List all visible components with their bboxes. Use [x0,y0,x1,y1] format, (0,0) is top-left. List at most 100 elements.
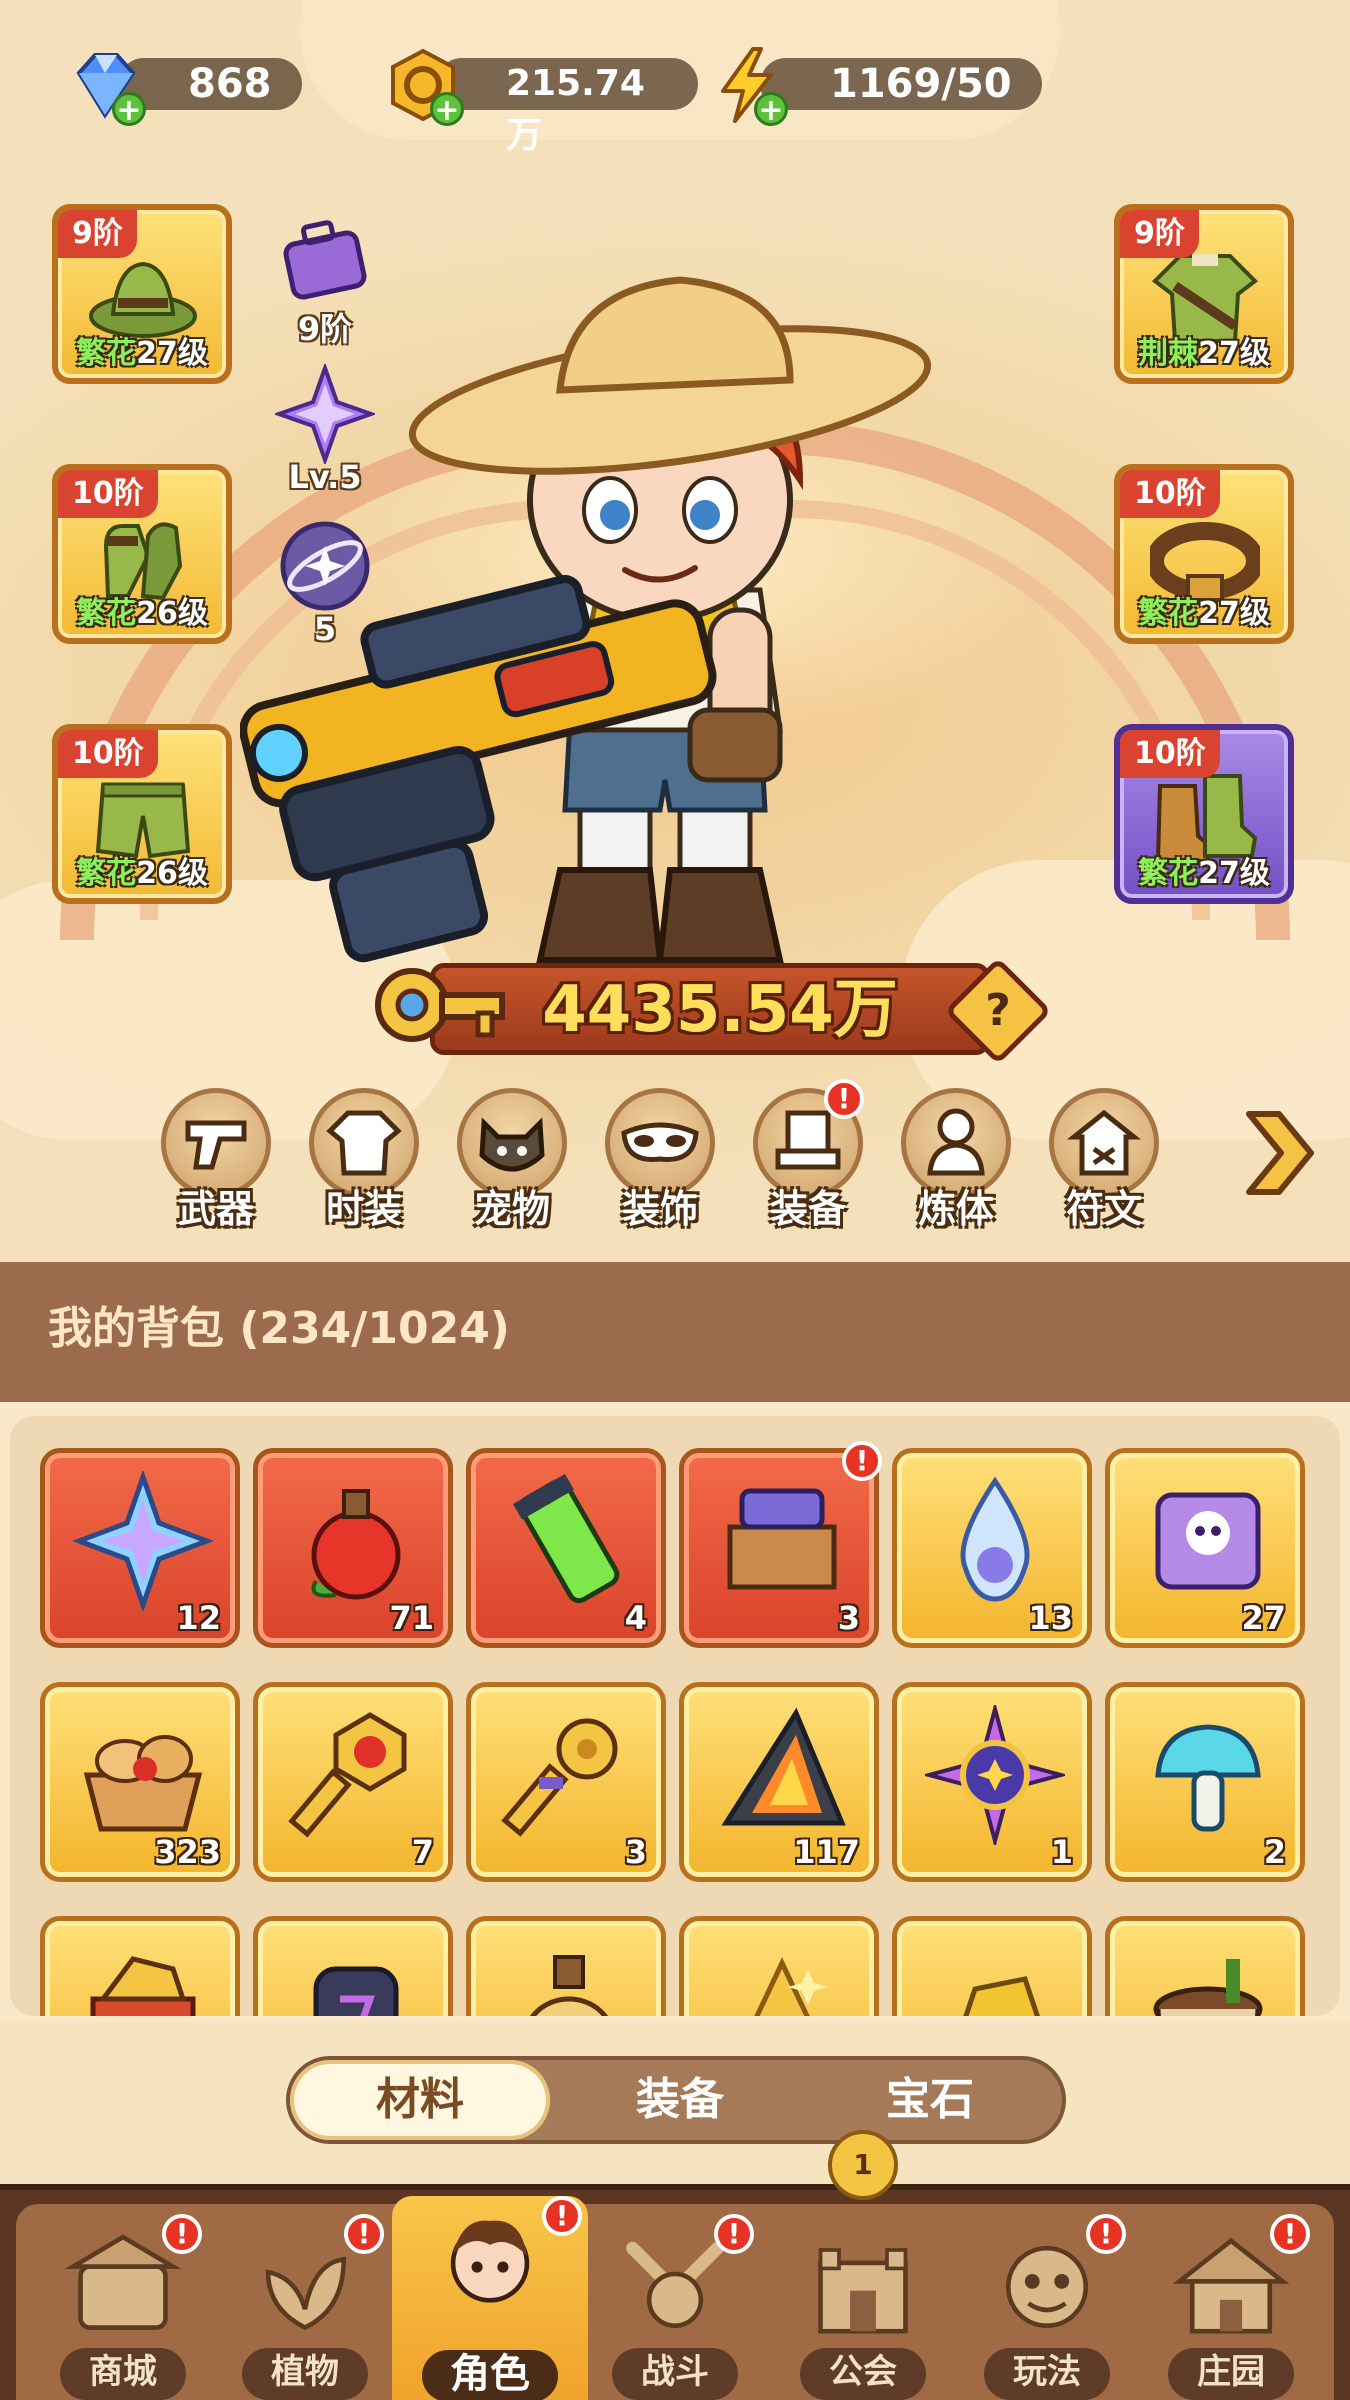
belt-icon [1146,506,1264,606]
potion-bottle-icon [499,1939,639,2016]
bag-item[interactable]: 3! [679,1441,882,1648]
notification-badge: ! [842,1441,882,1481]
equip-slot-pants[interactable]: 10阶 繁花26级 [52,724,232,904]
notification-badge: ! [344,2214,384,2254]
item-count: 12 [176,1599,221,1637]
category-body-training[interactable]: 炼体 [896,1088,1016,1233]
equip-slot-hat[interactable]: 9阶 繁花27级 [52,204,232,384]
treasure-icon [73,1939,213,2016]
nav-shop[interactable]: 商城! [38,2214,208,2400]
hero-scene: + 868 + 215.74万 + 1169/50 9阶 繁花27级 10阶 繁… [0,0,1350,1262]
notification-badge: 1 [828,2130,898,2200]
nav-gameplay[interactable]: 玩法! [962,2214,1132,2400]
bag-item[interactable]: 27 [1105,1448,1305,1648]
add-energy-button[interactable]: + [754,92,788,127]
guild-icon [793,2226,933,2346]
help-icon: ? [985,985,1011,1036]
bag-item[interactable] [892,1916,1092,2016]
next-category-arrow[interactable] [1235,1108,1315,1198]
nav-plant[interactable]: 植物! [220,2214,390,2400]
diamond-currency[interactable]: + 868 [60,40,360,130]
bag-header: 我的背包 (234/1024) [0,1262,1350,1402]
tier-label: 10阶 [1120,470,1220,518]
bag-item[interactable]: 3 [466,1682,666,1882]
level-text: 27级 [1198,596,1270,631]
add-diamond-button[interactable]: + [112,92,146,127]
bag-item[interactable]: 13 [892,1448,1092,1648]
tab-materials[interactable]: 材料 [290,2060,550,2140]
notification-badge: ! [1270,2214,1310,2254]
tier-label: 9阶 [58,210,137,258]
bag-item[interactable]: 7 [253,1682,453,1882]
tier-label: 10阶 [1120,730,1220,778]
add-gold-button[interactable]: + [430,92,464,127]
bag-item[interactable] [40,1916,240,2016]
category-pet[interactable]: 宠物 [452,1088,572,1233]
level-text: 26级 [136,856,208,891]
gold-pile-icon [712,1939,852,2016]
item-count: 2 [1263,1833,1286,1871]
tab-equipment[interactable]: 装备 [550,2060,810,2140]
energy-currency[interactable]: + 1169/50 [702,40,1042,130]
category-equipment[interactable]: ! 装备 [748,1079,868,1233]
character-avatar[interactable] [239,270,980,990]
tier-label: 10阶 [58,730,158,778]
crate-icon [712,1471,852,1611]
equip-slot-belt[interactable]: 10阶 繁花27级 [1114,464,1294,644]
bag-item[interactable] [253,1916,453,2016]
character-icon [420,2208,560,2328]
bag-item[interactable]: 2 [1105,1682,1305,1882]
bag-item[interactable] [1105,1916,1305,2016]
category-label: 炼体 [917,1187,994,1231]
mushroom-icon [1138,1705,1278,1845]
nav-character[interactable]: 角色! [392,2196,588,2400]
gold-currency[interactable]: + 215.74万 [378,40,698,156]
category-weapon[interactable]: 武器 [156,1088,276,1233]
nav-battle[interactable]: 战斗! [590,2214,760,2400]
notification-badge: ! [1086,2214,1126,2254]
category-label: 装饰 [621,1187,698,1231]
pants-icon [88,766,198,866]
item-count: 7 [411,1833,434,1871]
bag-item[interactable] [679,1916,879,2016]
nav-label: 庄园 [1168,2348,1294,2400]
nav-manor[interactable]: 庄园! [1146,2214,1316,2400]
notification-badge: ! [162,2214,202,2254]
equip-slot-boots[interactable]: 10阶 繁花27级 [1114,724,1294,904]
nav-label: 玩法 [984,2348,1110,2400]
fire-pyramid-icon [712,1705,852,1845]
set-name: 繁花 [76,596,137,631]
equip-level: 繁花27级 [1128,594,1280,634]
gold-nugget-icon [925,1939,1065,2016]
equip-slot-gloves[interactable]: 10阶 繁花26级 [52,464,232,644]
bag-item[interactable]: 71 [253,1448,453,1648]
category-rune[interactable]: 符文 [1044,1088,1164,1233]
nav-guild[interactable]: 公会 1 [778,2130,948,2400]
tab-gems[interactable]: 宝石 [800,2060,1060,2140]
bag-title: 我的背包 (234/1024) [48,1303,510,1354]
level-text: 27级 [1198,856,1270,891]
set-name: 繁花 [1138,856,1199,891]
red-key-icon [286,1705,426,1845]
item-count: 1 [1050,1833,1073,1871]
bag-item[interactable]: 323 [40,1682,240,1882]
bottom-nav: 商城! 植物! 角色! 战斗! 公会 1 玩法! 庄园! [0,2130,1350,2400]
set-name: 荆棘 [1138,336,1199,371]
gold-key-icon [499,1705,639,1845]
bag-item[interactable]: 12 [40,1448,240,1648]
bag-grid[interactable]: 12 71 4 3! 13 27 323 7 3 117 1 2 [10,1416,1340,2016]
category-outfit[interactable]: 时装 [304,1088,424,1233]
category-decoration[interactable]: 装饰 [600,1088,720,1233]
bag-item[interactable]: 117 [679,1682,879,1882]
item-count: 13 [1028,1599,1073,1637]
bag-item[interactable]: 4 [466,1448,666,1648]
bag-tab-bar: 材料 装备 宝石 [286,2056,1066,2144]
category-label: 时装 [325,1187,402,1231]
notification-badge: ! [824,1079,864,1119]
bag-item[interactable] [466,1916,666,2016]
gloves-icon [88,506,198,606]
equip-slot-shirt[interactable]: 9阶 荆棘27级 [1114,204,1294,384]
level-text: 26级 [136,596,208,631]
nav-label: 角色 [422,2350,558,2400]
bag-item[interactable]: 1 [892,1682,1092,1882]
